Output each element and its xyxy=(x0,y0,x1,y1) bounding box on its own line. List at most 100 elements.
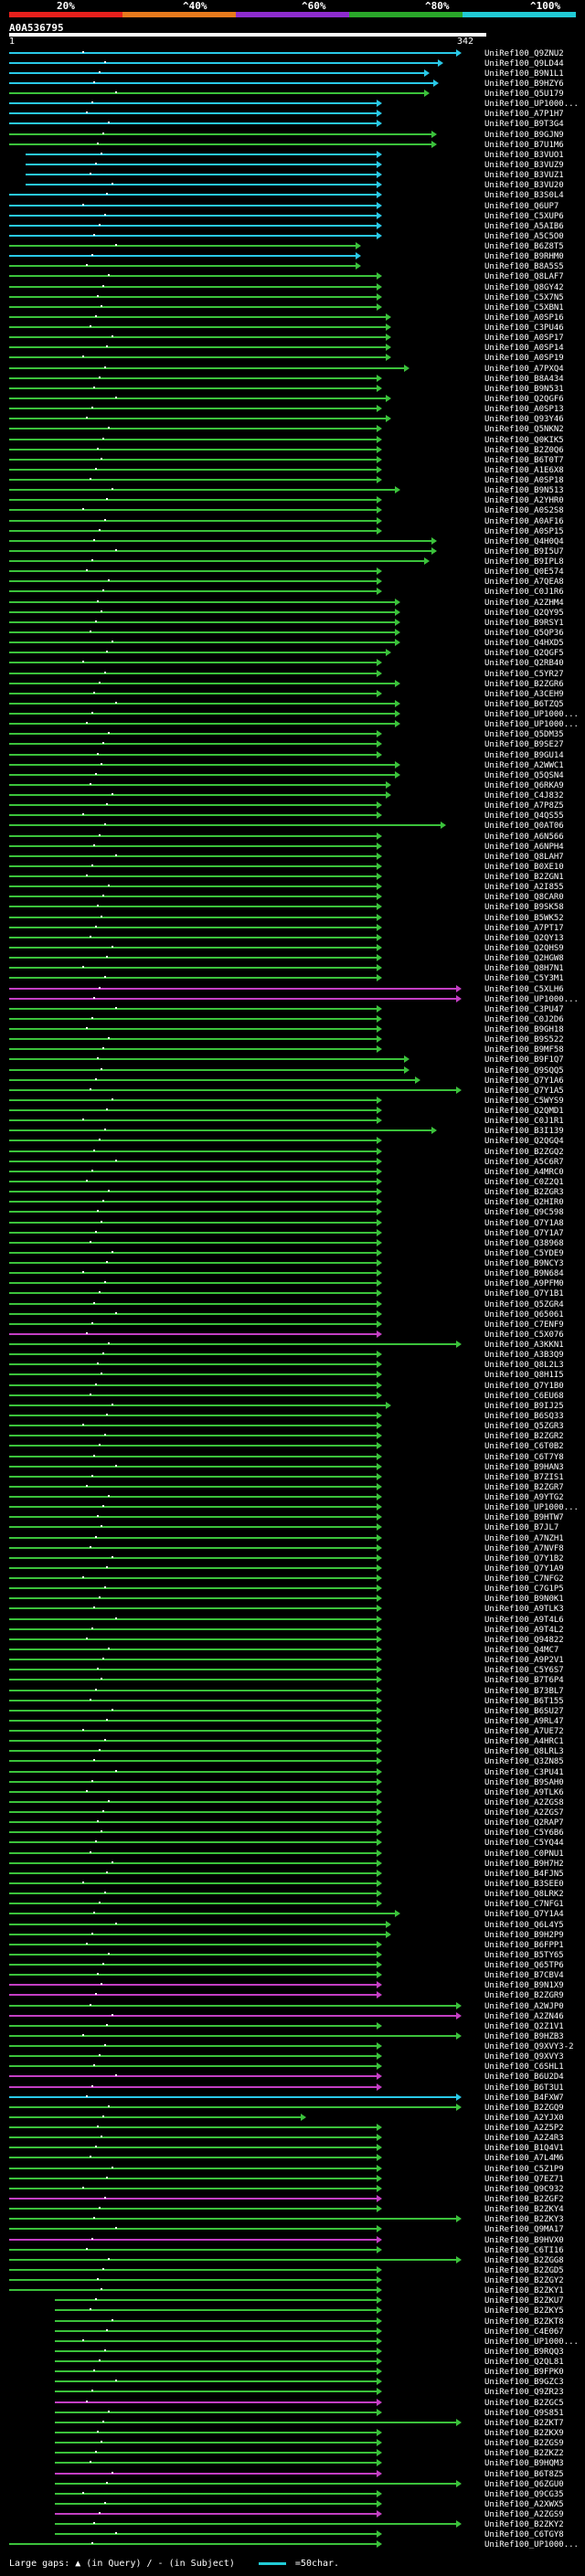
hit-row[interactable]: UniRef100_UP1000... xyxy=(9,995,579,1004)
hit-row[interactable]: UniRef100_B9RHM0 xyxy=(9,252,564,261)
hit-id-link[interactable]: UniRef100_UP1000... xyxy=(484,2540,579,2549)
hit-row[interactable]: UniRef100_B6T3U1 xyxy=(9,2083,564,2093)
hit-id-link[interactable]: UniRef100_Q7Y1A7 xyxy=(484,1229,564,1238)
hit-id-link[interactable]: UniRef100_A4HRC1 xyxy=(484,1737,564,1746)
hit-id-link[interactable]: UniRef100_C6TGY8 xyxy=(484,2530,564,2539)
hit-row[interactable]: UniRef100_C7G1P5 xyxy=(9,1585,564,1594)
hit-row[interactable]: UniRef100_B9HQM3 xyxy=(55,2459,564,2468)
hit-row[interactable]: UniRef100_B2ZGR6 xyxy=(9,680,564,689)
hit-id-link[interactable]: UniRef100_B4FXW7 xyxy=(484,2094,564,2103)
hit-id-link[interactable]: UniRef100_Q0AT06 xyxy=(484,822,564,831)
hit-id-link[interactable]: UniRef100_A0SP18 xyxy=(484,476,564,485)
hit-id-link[interactable]: UniRef100_B6T155 xyxy=(484,1697,564,1706)
hit-id-link[interactable]: UniRef100_C0J1R6 xyxy=(484,588,564,597)
hit-id-link[interactable]: UniRef100_B9GH18 xyxy=(484,1025,564,1034)
hit-row[interactable]: UniRef100_A7L4M6 xyxy=(9,2154,564,2163)
hit-id-link[interactable]: UniRef100_B9RQQ3 xyxy=(484,2348,564,2357)
hit-row[interactable]: UniRef100_Q5NKN2 xyxy=(9,425,564,434)
hit-id-link[interactable]: UniRef100_B9N1X9 xyxy=(484,1981,564,1990)
hit-id-link[interactable]: UniRef100_Q2QGF6 xyxy=(484,395,564,404)
hit-id-link[interactable]: UniRef100_C6T0B2 xyxy=(484,1442,564,1451)
hit-id-link[interactable]: UniRef100_Q9MA17 xyxy=(484,2225,564,2234)
hit-row[interactable]: UniRef100_B3VU20 xyxy=(26,181,564,190)
hit-id-link[interactable]: UniRef100_A9RL47 xyxy=(484,1717,564,1726)
hit-row[interactable]: UniRef100_B2ZGY2 xyxy=(9,2276,564,2285)
hit-id-link[interactable]: UniRef100_C5YQ44 xyxy=(484,1839,564,1848)
hit-row[interactable]: UniRef100_Q2HGW8 xyxy=(9,954,564,963)
hit-row[interactable]: UniRef100_Q8LRL3 xyxy=(9,1747,564,1756)
hit-id-link[interactable]: UniRef100_B6FPP1 xyxy=(484,1941,564,1950)
hit-id-link[interactable]: UniRef100_A7P8Z5 xyxy=(484,801,564,811)
hit-row[interactable]: UniRef100_A7UE72 xyxy=(9,1727,564,1736)
hit-id-link[interactable]: UniRef100_A2WWC1 xyxy=(484,761,564,770)
hit-row[interactable]: UniRef100_B2ZKT7 xyxy=(55,2419,564,2428)
hit-row[interactable]: UniRef100_UP1000... xyxy=(9,100,579,109)
hit-row[interactable]: UniRef100_C3PU41 xyxy=(9,1768,564,1777)
hit-id-link[interactable]: UniRef100_A2XWX5 xyxy=(484,2500,564,2509)
hit-row[interactable]: UniRef100_Q2QY95 xyxy=(9,609,564,618)
hit-row[interactable]: UniRef100_UP1000... xyxy=(55,2337,579,2347)
hit-row[interactable]: UniRef100_B3VUO1 xyxy=(26,151,564,160)
hit-row[interactable]: UniRef100_B6T0T7 xyxy=(9,456,564,465)
hit-row[interactable]: UniRef100_Q9ZR23 xyxy=(55,2388,564,2397)
hit-row[interactable]: UniRef100_B2ZGN1 xyxy=(9,873,564,882)
hit-row[interactable]: UniRef100_A3B3Q9 xyxy=(9,1351,564,1360)
hit-row[interactable]: UniRef100_Q8CAR0 xyxy=(9,893,564,902)
hit-row[interactable]: UniRef100_C6T7Y8 xyxy=(9,1453,564,1462)
hit-row[interactable]: UniRef100_B9SAH0 xyxy=(9,1778,564,1787)
hit-row[interactable]: UniRef100_C0J1R1 xyxy=(9,1117,564,1126)
hit-row[interactable]: UniRef100_Q9XVY3 xyxy=(9,2052,564,2062)
hit-row[interactable]: UniRef100_Q6RKA9 xyxy=(9,781,564,790)
hit-row[interactable]: UniRef100_A7PT17 xyxy=(9,924,564,933)
hit-row[interactable]: UniRef100_A2ZGS7 xyxy=(9,1808,564,1818)
hit-id-link[interactable]: UniRef100_B9MF58 xyxy=(484,1045,564,1055)
hit-id-link[interactable]: UniRef100_B2ZKY2 xyxy=(484,2520,564,2529)
hit-row[interactable]: UniRef100_UP1000... xyxy=(9,2540,579,2549)
hit-row[interactable]: UniRef100_B9NCY3 xyxy=(9,1259,564,1268)
hit-id-link[interactable]: UniRef100_Q9CG35 xyxy=(484,2490,564,2499)
hit-id-link[interactable]: UniRef100_Q8H7N1 xyxy=(484,964,564,973)
hit-id-link[interactable]: UniRef100_B9N1L1 xyxy=(484,69,564,79)
hit-row[interactable]: UniRef100_A2I855 xyxy=(9,883,564,892)
hit-row[interactable]: UniRef100_A9T4L6 xyxy=(9,1616,564,1625)
hit-row[interactable]: UniRef100_Q9LD44 xyxy=(9,59,564,69)
hit-id-link[interactable]: UniRef100_A5C6R7 xyxy=(484,1158,564,1167)
hit-id-link[interactable]: UniRef100_Q8LRK2 xyxy=(484,1890,564,1899)
hit-row[interactable]: UniRef100_B9RSY1 xyxy=(9,619,564,628)
hit-id-link[interactable]: UniRef100_Q5QSN4 xyxy=(484,771,564,780)
hit-row[interactable]: UniRef100_B9I5U7 xyxy=(9,547,564,557)
hit-row[interactable]: UniRef100_A0SP19 xyxy=(9,354,564,363)
hit-id-link[interactable]: UniRef100_C5XUP6 xyxy=(484,212,564,221)
hit-id-link[interactable]: UniRef100_B2ZKY4 xyxy=(484,2205,564,2214)
hit-id-link[interactable]: UniRef100_Q9C932 xyxy=(484,2185,564,2194)
hit-row[interactable]: UniRef100_B9MF58 xyxy=(9,1045,564,1055)
hit-row[interactable]: UniRef100_Q2QGQ4 xyxy=(9,1137,564,1146)
hit-row[interactable]: UniRef100_C5YQ44 xyxy=(9,1839,564,1848)
hit-row[interactable]: UniRef100_A5AIB6 xyxy=(9,222,564,231)
hit-id-link[interactable]: UniRef100_Q7EZ71 xyxy=(484,2175,564,2184)
hit-row[interactable]: UniRef100_Q0KIK5 xyxy=(9,436,564,445)
hit-id-link[interactable]: UniRef100_Q2HGW8 xyxy=(484,954,564,963)
hit-row[interactable]: UniRef100_C5XUP6 xyxy=(9,212,564,221)
hit-id-link[interactable]: UniRef100_C6EU68 xyxy=(484,1392,564,1401)
hit-row[interactable]: UniRef100_A0SP17 xyxy=(9,334,564,343)
hit-row[interactable]: UniRef100_UP1000... xyxy=(9,710,579,719)
hit-row[interactable]: UniRef100_Q4HXD5 xyxy=(9,639,564,648)
hit-row[interactable]: UniRef100_Q9ZNU2 xyxy=(9,49,564,58)
hit-id-link[interactable]: UniRef100_A2Z5P2 xyxy=(484,2124,564,2133)
hit-id-link[interactable]: UniRef100_C4E067 xyxy=(484,2327,564,2337)
hit-id-link[interactable]: UniRef100_Q2Z1V1 xyxy=(484,2022,564,2031)
hit-id-link[interactable]: UniRef100_Q5NKN2 xyxy=(484,425,564,434)
hit-row[interactable]: UniRef100_B9GH18 xyxy=(9,1025,564,1034)
hit-id-link[interactable]: UniRef100_A7L4M6 xyxy=(484,2154,564,2163)
hit-row[interactable]: UniRef100_Q2QHS9 xyxy=(9,944,564,953)
hit-row[interactable]: UniRef100_B9HZB3 xyxy=(9,2032,564,2041)
hit-id-link[interactable]: UniRef100_B7U1M6 xyxy=(484,141,564,150)
hit-row[interactable]: UniRef100_A7NVF8 xyxy=(9,1544,564,1553)
hit-id-link[interactable]: UniRef100_B7ZIS1 xyxy=(484,1473,564,1482)
hit-row[interactable]: UniRef100_Q5ZGR4 xyxy=(9,1300,564,1309)
hit-row[interactable]: UniRef100_Q9C932 xyxy=(9,2185,564,2194)
hit-id-link[interactable]: UniRef100_Q7Y1B1 xyxy=(484,1289,564,1299)
hit-row[interactable]: UniRef100_B9N1L1 xyxy=(9,69,564,79)
hit-id-link[interactable]: UniRef100_A0SP15 xyxy=(484,527,564,536)
